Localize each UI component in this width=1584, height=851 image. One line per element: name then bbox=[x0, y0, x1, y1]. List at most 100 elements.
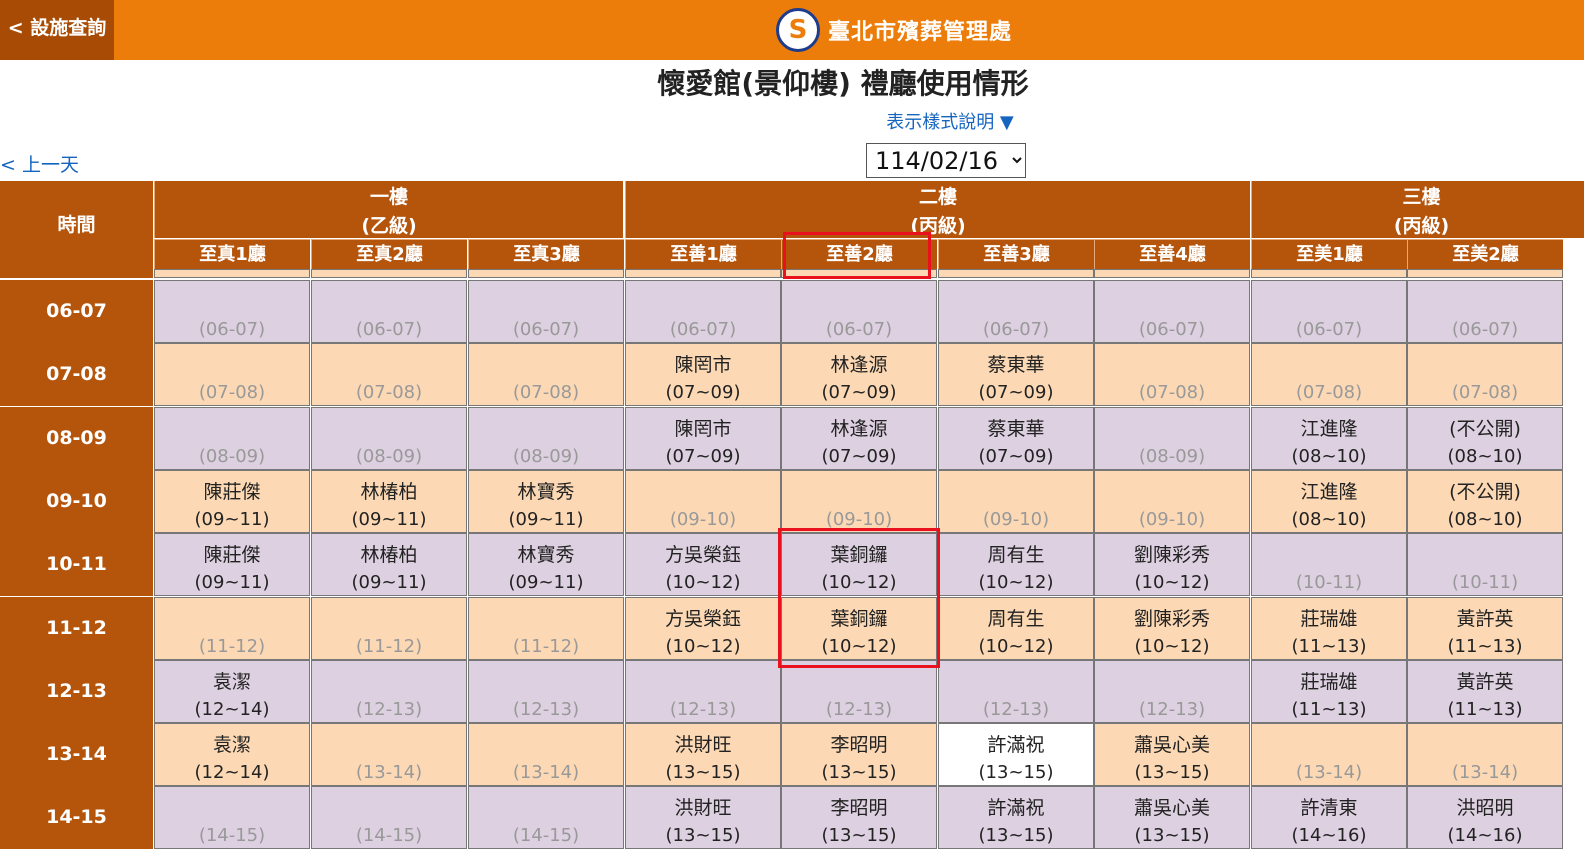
empty-slot-cell[interactable]: (12-13) bbox=[1094, 660, 1250, 723]
empty-slot-cell[interactable]: (08-09) bbox=[468, 407, 624, 470]
empty-slot-cell[interactable]: (14-15) bbox=[154, 786, 310, 849]
time-slot-label: 06-07 bbox=[0, 280, 153, 343]
empty-slot-cell[interactable]: (06-07) bbox=[1407, 280, 1563, 343]
empty-slot-cell[interactable]: (13-14) bbox=[1251, 723, 1407, 786]
booking-cell[interactable]: 洪昭明 (14~16) bbox=[1407, 786, 1563, 849]
empty-slot-cell[interactable]: (14-15) bbox=[311, 786, 467, 849]
site-brand[interactable]: S 臺北市殯葬管理處 bbox=[776, 8, 1012, 52]
booking-cell[interactable]: 陳罔市 (07~09) bbox=[625, 407, 781, 470]
booking-cell[interactable]: 許滿祝 (13~15) bbox=[938, 786, 1094, 849]
booking-cell[interactable]: 周有生 (10~12) bbox=[938, 597, 1094, 660]
empty-slot-cell[interactable]: (06-07) bbox=[781, 280, 937, 343]
booking-cell[interactable]: 李昭明 (13~15) bbox=[781, 786, 937, 849]
empty-slot-cell[interactable]: (09-10) bbox=[1094, 470, 1250, 533]
empty-slot-cell[interactable]: (12-13) bbox=[468, 660, 624, 723]
empty-slot-cell[interactable]: (08-09) bbox=[1094, 407, 1250, 470]
empty-slot-cell[interactable]: (06-07) bbox=[1251, 280, 1407, 343]
booking-cell[interactable]: 葉銅鑼 (10~12) bbox=[781, 597, 937, 660]
empty-slot-cell[interactable]: (13-14) bbox=[1407, 723, 1563, 786]
booking-cell[interactable]: (不公開) (08~10) bbox=[1407, 470, 1563, 533]
booking-cell[interactable]: 林逢源 (07~09) bbox=[781, 407, 937, 470]
booking-cell[interactable]: 林椿柏 (09~11) bbox=[311, 470, 467, 533]
empty-slot-cell[interactable]: (14-15) bbox=[468, 786, 624, 849]
empty-slot-cell[interactable]: (12-13) bbox=[311, 660, 467, 723]
empty-slot-cell[interactable]: (06-07) bbox=[938, 280, 1094, 343]
booking-cell[interactable]: 葉銅鑼 (10~12) bbox=[781, 533, 937, 596]
booking-cell[interactable]: 洪財旺 (13~15) bbox=[625, 786, 781, 849]
booking-cell[interactable]: 許滿祝 (13~15) bbox=[938, 723, 1094, 786]
empty-slot-cell[interactable]: (12-13) bbox=[781, 660, 937, 723]
booking-cell[interactable]: 蔡東華 (07~09) bbox=[938, 407, 1094, 470]
slot-time-label: (06-07) bbox=[355, 319, 423, 340]
empty-slot-cell[interactable]: (13-14) bbox=[468, 723, 624, 786]
empty-slot-cell[interactable]: (06-07) bbox=[625, 280, 781, 343]
booking-cell[interactable]: 劉陳彩秀 (10~12) bbox=[1094, 533, 1250, 596]
empty-slot-cell[interactable]: (07-08) bbox=[311, 343, 467, 406]
empty-slot-cell[interactable]: (08-09) bbox=[154, 407, 310, 470]
deceased-name: 蕭吳心美 bbox=[1133, 734, 1210, 756]
empty-slot-cell[interactable]: (06-07) bbox=[311, 280, 467, 343]
booking-cell[interactable]: 黃許英 (11~13) bbox=[1407, 660, 1563, 723]
booking-cell[interactable]: 陳莊傑 (09~11) bbox=[154, 533, 310, 596]
empty-slot-cell[interactable]: (10-11) bbox=[1251, 533, 1407, 596]
booking-time-range: (10~12) bbox=[821, 636, 897, 657]
date-select[interactable]: 114/02/16 bbox=[866, 143, 1026, 178]
previous-day-link[interactable]: < 上一天 bbox=[0, 150, 79, 177]
booking-cell[interactable]: 劉陳彩秀 (10~12) bbox=[1094, 597, 1250, 660]
booking-cell[interactable]: 蔡東華 (07~09) bbox=[938, 343, 1094, 406]
booking-cell[interactable]: 洪財旺 (13~15) bbox=[625, 723, 781, 786]
empty-slot-cell[interactable]: (11-12) bbox=[154, 597, 310, 660]
booking-cell[interactable]: 李昭明 (13~15) bbox=[781, 723, 937, 786]
booking-cell[interactable]: 蕭吳心美 (13~15) bbox=[1094, 723, 1250, 786]
booking-cell[interactable]: 黃許英 (11~13) bbox=[1407, 597, 1563, 660]
slot-time-label: (08-09) bbox=[1138, 446, 1206, 467]
booking-cell[interactable]: 許清東 (14~16) bbox=[1251, 786, 1407, 849]
deceased-name: 陳莊傑 bbox=[203, 544, 261, 566]
empty-slot-cell[interactable]: (09-10) bbox=[781, 470, 937, 533]
booking-cell[interactable]: 周有生 (10~12) bbox=[938, 533, 1094, 596]
booking-cell[interactable]: 袁潔 (12~14) bbox=[154, 723, 310, 786]
empty-slot-cell[interactable]: (10-11) bbox=[1407, 533, 1563, 596]
back-to-facility-search-button[interactable]: < 設施查詢 bbox=[0, 0, 114, 60]
empty-slot-cell[interactable]: (07-08) bbox=[154, 343, 310, 406]
booking-cell[interactable]: 蕭吳心美 (13~15) bbox=[1094, 786, 1250, 849]
slot-time-label: (07-08) bbox=[1295, 382, 1363, 403]
booking-cell[interactable]: 林寶秀 (09~11) bbox=[468, 470, 624, 533]
empty-slot-cell[interactable]: (08-09) bbox=[311, 407, 467, 470]
deceased-name: 林逢源 bbox=[830, 354, 888, 376]
slot-time-label: (06-07) bbox=[825, 319, 893, 340]
slot-time-label: (12-13) bbox=[355, 699, 423, 720]
empty-slot-cell[interactable]: (12-13) bbox=[938, 660, 1094, 723]
legend-toggle-link[interactable]: 表示樣式說明 ▼ bbox=[860, 108, 1040, 134]
empty-slot-cell[interactable]: (12-13) bbox=[625, 660, 781, 723]
booking-cell[interactable]: 方吳榮鈺 (10~12) bbox=[625, 533, 781, 596]
empty-slot-cell[interactable]: (11-12) bbox=[468, 597, 624, 660]
empty-slot-cell[interactable]: (06-07) bbox=[154, 280, 310, 343]
empty-slot-cell[interactable]: (07-08) bbox=[1407, 343, 1563, 406]
booking-time-range: (07~09) bbox=[821, 382, 897, 403]
empty-slot-cell[interactable]: (09-10) bbox=[938, 470, 1094, 533]
booking-cell[interactable]: 林寶秀 (09~11) bbox=[468, 533, 624, 596]
empty-slot-cell[interactable]: (07-08) bbox=[1251, 343, 1407, 406]
booking-cell[interactable]: 陳罔市 (07~09) bbox=[625, 343, 781, 406]
empty-slot-cell[interactable]: (06-07) bbox=[468, 280, 624, 343]
booking-cell[interactable]: 林逢源 (07~09) bbox=[781, 343, 937, 406]
slot-time-label: (06-07) bbox=[1451, 319, 1519, 340]
empty-slot-cell[interactable]: (09-10) bbox=[625, 470, 781, 533]
empty-slot-cell[interactable]: (13-14) bbox=[311, 723, 467, 786]
booking-cell[interactable]: (不公開) (08~10) bbox=[1407, 407, 1563, 470]
hall-header: 至善2廳 bbox=[781, 239, 937, 269]
booking-cell[interactable]: 莊瑞雄 (11~13) bbox=[1251, 660, 1407, 723]
booking-cell[interactable]: 莊瑞雄 (11~13) bbox=[1251, 597, 1407, 660]
booking-cell[interactable]: 林椿柏 (09~11) bbox=[311, 533, 467, 596]
booking-cell[interactable]: 方吳榮鈺 (10~12) bbox=[625, 597, 781, 660]
booking-cell[interactable]: 陳莊傑 (09~11) bbox=[154, 470, 310, 533]
empty-slot-cell[interactable]: (07-08) bbox=[468, 343, 624, 406]
empty-slot-cell[interactable]: (11-12) bbox=[311, 597, 467, 660]
empty-slot-cell[interactable]: (07-08) bbox=[1094, 343, 1250, 406]
booking-cell[interactable]: 江進隆 (08~10) bbox=[1251, 470, 1407, 533]
empty-slot-cell[interactable]: (06-07) bbox=[1094, 280, 1250, 343]
booking-cell[interactable]: 袁潔 (12~14) bbox=[154, 660, 310, 723]
booking-cell[interactable]: 江進隆 (08~10) bbox=[1251, 407, 1407, 470]
booking-time-range: (10~12) bbox=[978, 636, 1054, 657]
